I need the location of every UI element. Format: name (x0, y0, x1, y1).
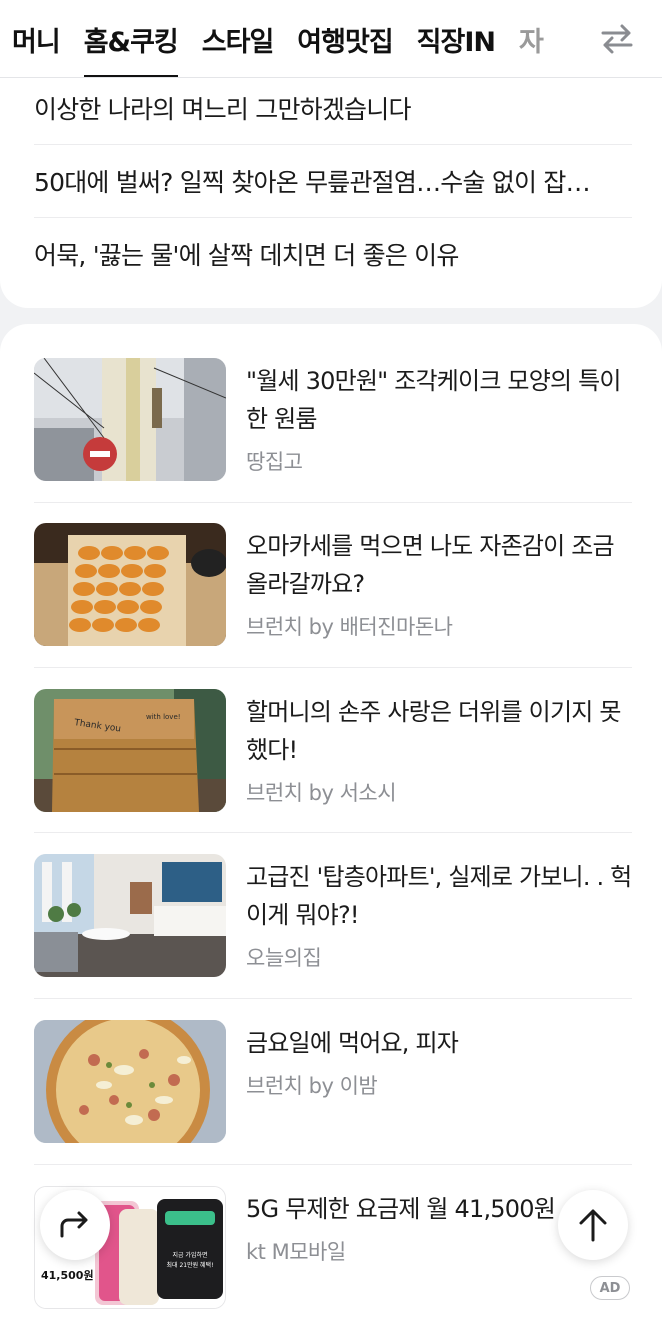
bag-text-2: with love! (146, 713, 181, 721)
living-room-photo (34, 854, 226, 977)
tab-label: 홈&쿠킹 (83, 26, 179, 58)
article-item[interactable]: 고급진 '탑층아파트', 실제로 가보니. . 헉 이게 뭐야?! 오늘의집 (34, 854, 632, 979)
tab-travel-food[interactable]: 여행맛집 (297, 0, 393, 77)
ad-card-text-2: 최대 21만원 혜택! (167, 1261, 214, 1269)
article-title: 고급진 '탑층아파트', 실제로 가보니. . 헉 이게 뭐야?! (246, 863, 632, 929)
tab-work[interactable]: 직장IN (416, 0, 496, 77)
category-tabs: 머니 홈&쿠킹 스타일 여행맛집 직장IN 자 (0, 0, 580, 77)
headline-text: 어묵, '끓는 물'에 살짝 데치면 더 좋은 이유 (34, 241, 459, 270)
sea-urchin-tray-photo (34, 523, 226, 646)
article-title: 오마카세를 먹으면 나도 자존감이 조금 올라갈까요? (246, 532, 615, 598)
headline-item[interactable]: 이상한 나라의 며느리 그만하겠습니다 (34, 72, 632, 144)
ad-card-text-1: 지금 가입하면 (172, 1251, 207, 1259)
article-source: 오늘의집 (246, 946, 322, 970)
street-building-photo (34, 358, 226, 481)
article-thumbnail (34, 523, 226, 646)
arrow-up-icon (579, 1209, 607, 1242)
tab-label: 자 (519, 26, 544, 58)
scroll-top-button[interactable] (558, 1190, 628, 1260)
article-source: 브런치 by 이밤 (246, 1074, 378, 1098)
article-info: "월세 30만원" 조각케이크 모양의 특이한 원룸 땅집고 (246, 362, 632, 476)
divider (34, 1164, 632, 1165)
tab-label: 스타일 (201, 26, 275, 58)
article-source: 브런치 by 배터진마돈나 (246, 615, 453, 639)
tab-label: 여행맛집 (297, 26, 393, 58)
tab-home-cooking[interactable]: 홈&쿠킹 (83, 0, 179, 77)
headline-item[interactable]: 50대에 벌써? 일찍 찾아온 무릎관절염…수술 없이 잡… (34, 145, 632, 217)
article-item[interactable]: 금요일에 먹어요, 피자 브런치 by 이밤 (34, 1020, 632, 1145)
paper-bag-photo: Thank you with love! (34, 689, 226, 812)
tab-edit-button[interactable] (576, 0, 662, 77)
article-title: 할머니의 손주 사랑은 더위를 이기지 못했다! (246, 698, 621, 764)
swap-arrows-icon (601, 24, 633, 54)
divider (34, 998, 632, 999)
article-title: "월세 30만원" 조각케이크 모양의 특이한 원룸 (246, 367, 621, 433)
ad-price-text: 41,500원 (41, 1268, 94, 1282)
article-source: 땅집고 (246, 450, 303, 474)
article-info: 고급진 '탑층아파트', 실제로 가보니. . 헉 이게 뭐야?! 오늘의집 (246, 858, 632, 972)
tab-more[interactable]: 자 (519, 0, 544, 77)
article-info: 할머니의 손주 사랑은 더위를 이기지 못했다! 브런치 by 서소시 (246, 693, 632, 807)
headline-item[interactable]: 어묵, '끓는 물'에 살짝 데치면 더 좋은 이유 (34, 218, 632, 290)
headline-text: 이상한 나라의 며느리 그만하겠습니다 (34, 95, 411, 124)
article-thumbnail: Thank you with love! (34, 689, 226, 812)
article-thumbnail (34, 1020, 226, 1143)
category-tab-bar: 머니 홈&쿠킹 스타일 여행맛집 직장IN 자 (0, 0, 662, 78)
article-title: 금요일에 먹어요, 피자 (246, 1029, 459, 1057)
article-item[interactable]: Thank you with love! 할머니의 손주 사랑은 더위를 이기지… (34, 689, 632, 814)
article-thumbnail (34, 358, 226, 481)
divider (34, 502, 632, 503)
ad-badge: AD (590, 1276, 630, 1300)
article-source: 브런치 by 서소시 (246, 781, 397, 805)
pizza-photo (34, 1020, 226, 1143)
share-arrow-icon (60, 1211, 88, 1238)
headline-text: 50대에 벌써? 일찍 찾아온 무릎관절염…수술 없이 잡… (34, 168, 591, 197)
article-thumbnail (34, 854, 226, 977)
share-button[interactable] (40, 1190, 110, 1260)
article-info: 오마카세를 먹으면 나도 자존감이 조금 올라갈까요? 브런치 by 배터진마돈… (246, 527, 632, 641)
article-item[interactable]: "월세 30만원" 조각케이크 모양의 특이한 원룸 땅집고 (34, 358, 632, 483)
divider (34, 667, 632, 668)
tab-label: 직장IN (416, 26, 496, 58)
tab-money[interactable]: 머니 (12, 0, 61, 77)
article-item[interactable]: 오마카세를 먹으면 나도 자존감이 조금 올라갈까요? 브런치 by 배터진마돈… (34, 523, 632, 648)
tab-style[interactable]: 스타일 (201, 0, 275, 77)
tab-label: 머니 (12, 26, 61, 58)
article-info: 금요일에 먹어요, 피자 브런치 by 이밤 (246, 1024, 632, 1100)
divider (34, 832, 632, 833)
ad-item[interactable]: 지금 가입하면 최대 21만원 혜택! 41,500원 5G 무제한 요금제 월… (34, 1186, 632, 1311)
headline-card: 이상한 나라의 며느리 그만하겠습니다 50대에 벌써? 일찍 찾아온 무릎관절… (0, 70, 662, 308)
